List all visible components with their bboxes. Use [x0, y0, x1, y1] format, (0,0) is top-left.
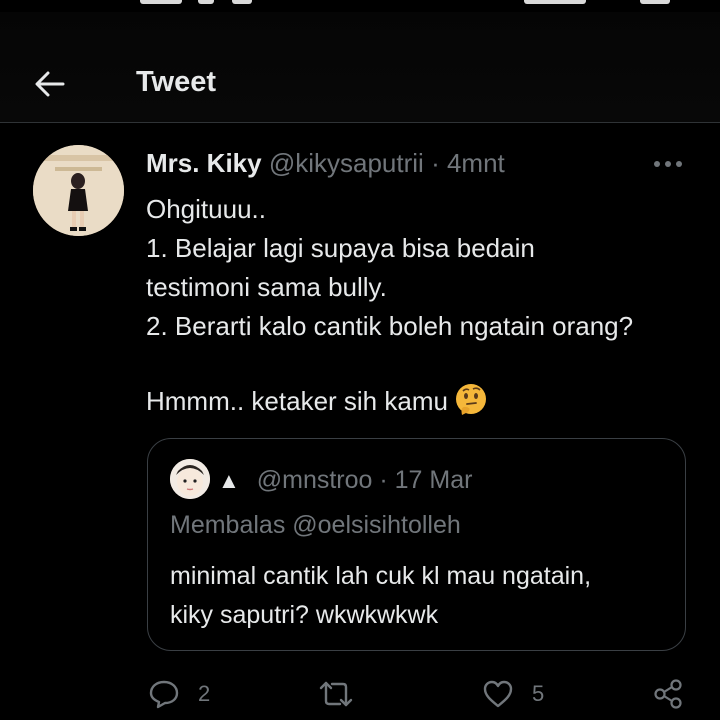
- signal-icon: [524, 0, 586, 4]
- quoted-line: kiky saputri? wkwkwkwk: [170, 601, 439, 629]
- tweet-line: 1. Belajar lagi supaya bisa bedain: [146, 233, 535, 263]
- more-icon: [654, 161, 682, 167]
- like-button[interactable]: 5: [482, 674, 544, 714]
- status-icon: [140, 0, 182, 4]
- tweet-last-line-text: Hmmm.. ketaker sih kamu: [146, 386, 448, 416]
- status-icon: [232, 0, 252, 4]
- author-name[interactable]: Mrs. Kiky: [146, 148, 262, 178]
- tweet-time[interactable]: 4mnt: [447, 148, 505, 178]
- retweet-button[interactable]: [318, 674, 372, 714]
- author-handle[interactable]: @kikysaputrii: [269, 148, 424, 178]
- quoted-text: minimal cantik lah cuk kl mau ngatain, k…: [170, 557, 591, 635]
- reply-count: 2: [198, 681, 211, 706]
- separator: ·: [379, 466, 388, 494]
- tweet-header: Mrs. Kiky @kikysaputrii · 4mnt: [146, 148, 505, 179]
- status-icon: [198, 0, 214, 4]
- reply-to-label[interactable]: Membalas @oelsisihtolleh: [170, 511, 461, 540]
- quoted-handle[interactable]: @mnstroo: [257, 466, 373, 494]
- back-button[interactable]: [30, 64, 70, 104]
- header-divider: [0, 122, 720, 123]
- like-count: 5: [532, 681, 545, 706]
- profile-photo: [170, 459, 210, 499]
- page-title: Tweet: [136, 66, 217, 98]
- profile-photo: [33, 145, 124, 236]
- quoted-date[interactable]: 17 Mar: [395, 466, 473, 494]
- top-app-bar: Tweet: [0, 12, 720, 122]
- quoted-tweet[interactable]: ▲ @mnstroo · 17 Mar Membalas @oelsisihto…: [147, 438, 686, 651]
- heart-icon: [483, 680, 513, 708]
- tweet-actions: 2 5: [0, 674, 720, 714]
- battery-icon: [640, 0, 670, 4]
- thinking-face-icon: [455, 384, 486, 415]
- tweet-text: Ohgituuu.. 1. Belajar lagi supaya bisa b…: [146, 190, 706, 421]
- badge-icon: ▲: [218, 468, 240, 493]
- reply-icon: [149, 680, 179, 709]
- quoted-avatar[interactable]: [170, 459, 210, 499]
- reply-button[interactable]: 2: [148, 674, 210, 714]
- tweet-line: 2. Berarti kalo cantik boleh ngatain ora…: [146, 311, 634, 341]
- quoted-line: minimal cantik lah cuk kl mau ngatain,: [170, 562, 592, 590]
- avatar[interactable]: [33, 145, 124, 236]
- share-icon: [654, 679, 682, 709]
- tweet-line: testimoni sama bully.: [146, 272, 387, 302]
- more-options-button[interactable]: [648, 150, 688, 178]
- status-bar: [0, 0, 720, 12]
- arrow-left-icon: [35, 71, 65, 97]
- separator: ·: [431, 148, 440, 178]
- quoted-header: ▲ @mnstroo · 17 Mar: [218, 466, 472, 495]
- retweet-icon: [319, 681, 353, 707]
- tweet-line: Ohgituuu..: [146, 194, 266, 224]
- tweet-line: Hmmm.. ketaker sih kamu: [146, 382, 706, 421]
- share-button[interactable]: [652, 674, 684, 714]
